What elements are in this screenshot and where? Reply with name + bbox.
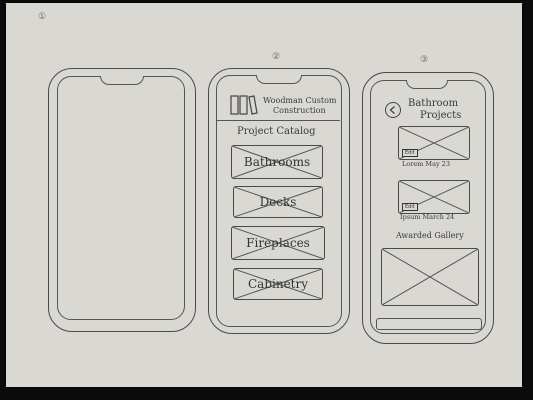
project-caption-2: Ipsum March 24 (400, 213, 455, 221)
project-tag[interactable]: Edit (402, 149, 418, 157)
book-logo-icon[interactable] (230, 94, 258, 116)
gallery-image[interactable] (381, 248, 479, 306)
frame-number-1: ① (38, 12, 47, 22)
phone-notch-1 (100, 76, 144, 85)
category-card-decks[interactable]: Decks (233, 186, 323, 218)
gallery-title: Awarded Gallery (396, 231, 464, 240)
company-name-line1: Woodman Custom (263, 96, 337, 105)
phone-screen-1 (57, 76, 185, 320)
phone-notch-2 (256, 75, 302, 84)
section-title: Project Catalog (237, 126, 316, 137)
category-label: Decks (259, 195, 297, 209)
company-name-line2: Construction (273, 106, 326, 115)
project-card-1[interactable]: Edit (398, 126, 470, 160)
frame-number-3: ③ (420, 55, 429, 65)
category-label: Cabinetry (247, 277, 309, 291)
project-card-2[interactable]: Edit (398, 180, 470, 214)
project-caption-1: Lorem May 23 (402, 160, 450, 168)
bottom-bar (376, 318, 482, 330)
category-card-bathrooms[interactable]: Bathrooms (231, 145, 323, 179)
phone-notch-3 (406, 80, 448, 89)
category-label: Fireplaces (246, 236, 310, 250)
back-arrow-icon[interactable] (385, 102, 401, 118)
screen-title-line2: Projects (420, 110, 462, 121)
project-tag[interactable]: Edit (402, 203, 418, 211)
screen-title-line1: Bathroom (408, 98, 459, 109)
frame-number-2: ② (272, 52, 281, 62)
category-label: Bathrooms (243, 155, 311, 169)
category-card-cabinetry[interactable]: Cabinetry (233, 268, 323, 300)
category-card-fireplaces[interactable]: Fireplaces (231, 226, 325, 260)
